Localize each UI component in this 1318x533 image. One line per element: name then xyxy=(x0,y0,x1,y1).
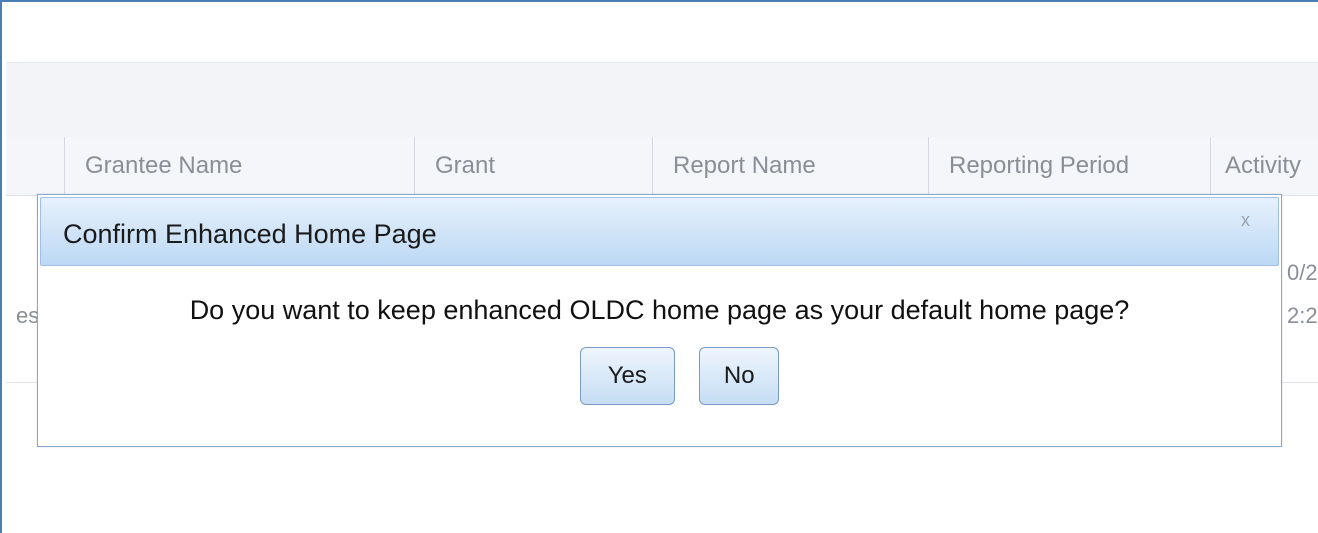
dialog-message: Do you want to keep enhanced OLDC home p… xyxy=(189,295,1130,325)
grid-header: Grantee Name Grant Report Name Reporting… xyxy=(6,137,1318,196)
column-header-report-name[interactable]: Report Name xyxy=(652,137,928,195)
toolbar-band xyxy=(6,62,1318,138)
table-cell-partial: 0/2 xyxy=(1287,260,1318,285)
table-cell-partial: es xyxy=(16,303,40,328)
yes-button[interactable]: Yes xyxy=(579,347,675,405)
confirm-dialog: Confirm Enhanced Home Page x Do you want… xyxy=(37,194,1282,447)
no-button[interactable]: No xyxy=(699,347,780,405)
column-header-reporting-period[interactable]: Reporting Period xyxy=(928,137,1210,195)
table-cell-partial: 2:2 xyxy=(1287,303,1318,328)
dialog-title: Confirm Enhanced Home Page xyxy=(63,219,437,249)
column-header-grant[interactable]: Grant xyxy=(414,137,652,195)
close-icon[interactable]: x xyxy=(1241,210,1250,231)
dialog-button-row: Yes No xyxy=(38,347,1281,409)
column-header-activity[interactable]: Activity xyxy=(1210,137,1318,195)
column-header-select[interactable] xyxy=(6,137,64,195)
column-header-grantee-name[interactable]: Grantee Name xyxy=(64,137,414,195)
dialog-header: Confirm Enhanced Home Page x xyxy=(40,197,1279,266)
